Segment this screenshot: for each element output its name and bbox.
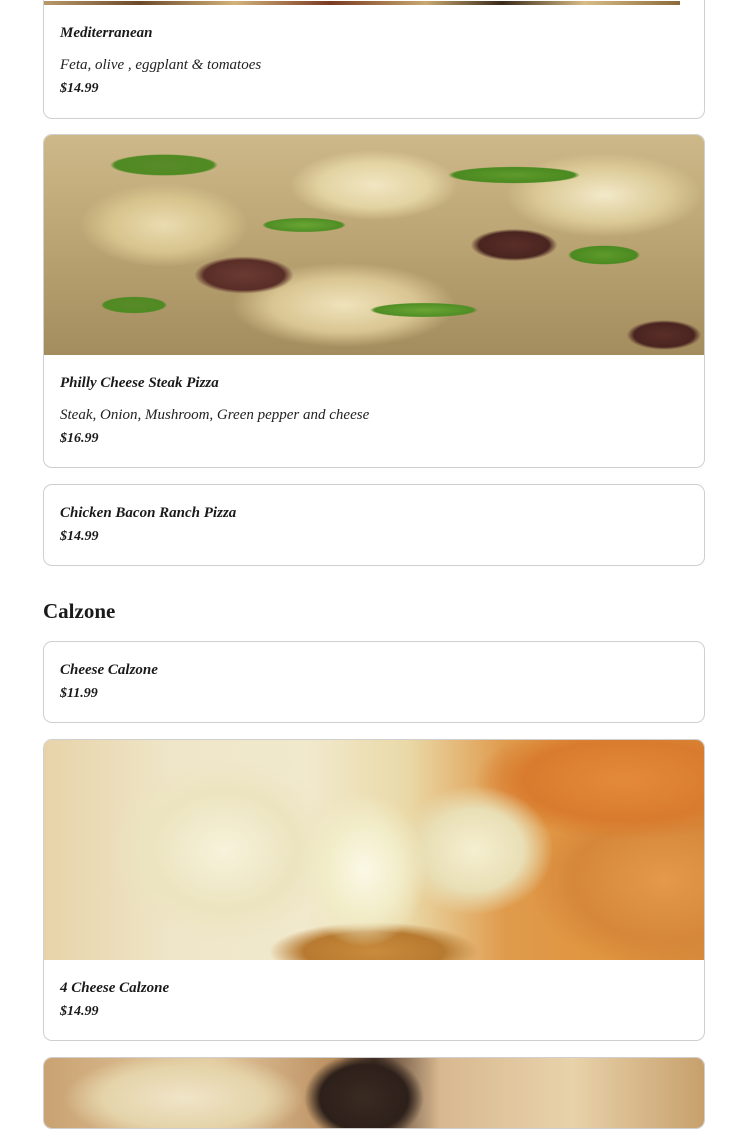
- item-price: $14.99: [60, 1004, 99, 1019]
- item-name: Philly Cheese Steak Pizza: [60, 375, 219, 391]
- philly-cheese-steak-image: [44, 135, 704, 355]
- section-title-calzone: Calzone: [43, 599, 116, 623]
- menu-item-card-mediterranean[interactable]: Mediterranean Feta, olive , eggplant & t…: [43, 0, 705, 119]
- item-description: Feta, olive , eggplant & tomatoes: [60, 57, 262, 73]
- menu-item-card-4-cheese-calzone[interactable]: 4 Cheese Calzone $14.99: [43, 739, 705, 1041]
- item-name: 4 Cheese Calzone: [60, 980, 170, 996]
- menu-item-card-next[interactable]: [43, 1057, 705, 1129]
- item-price: $16.99: [60, 431, 99, 446]
- item-price: $14.99: [60, 529, 99, 544]
- menu-item-card-cheese-calzone[interactable]: Cheese Calzone $11.99: [43, 641, 705, 723]
- mediterranean-image: [44, 1, 680, 5]
- item-name: Chicken Bacon Ranch Pizza: [60, 505, 237, 521]
- item-description: Steak, Onion, Mushroom, Green pepper and…: [60, 407, 370, 423]
- item-name: Mediterranean: [60, 25, 153, 41]
- menu-item-card-philly-cheese-steak[interactable]: Philly Cheese Steak Pizza Steak, Onion, …: [43, 134, 705, 468]
- item-price: $14.99: [60, 81, 99, 96]
- item-name: Cheese Calzone: [60, 662, 158, 678]
- next-item-image: [44, 1058, 704, 1128]
- menu-item-card-chicken-bacon-ranch[interactable]: Chicken Bacon Ranch Pizza $14.99: [43, 484, 705, 566]
- item-price: $11.99: [60, 686, 98, 701]
- 4-cheese-calzone-image: [44, 740, 704, 960]
